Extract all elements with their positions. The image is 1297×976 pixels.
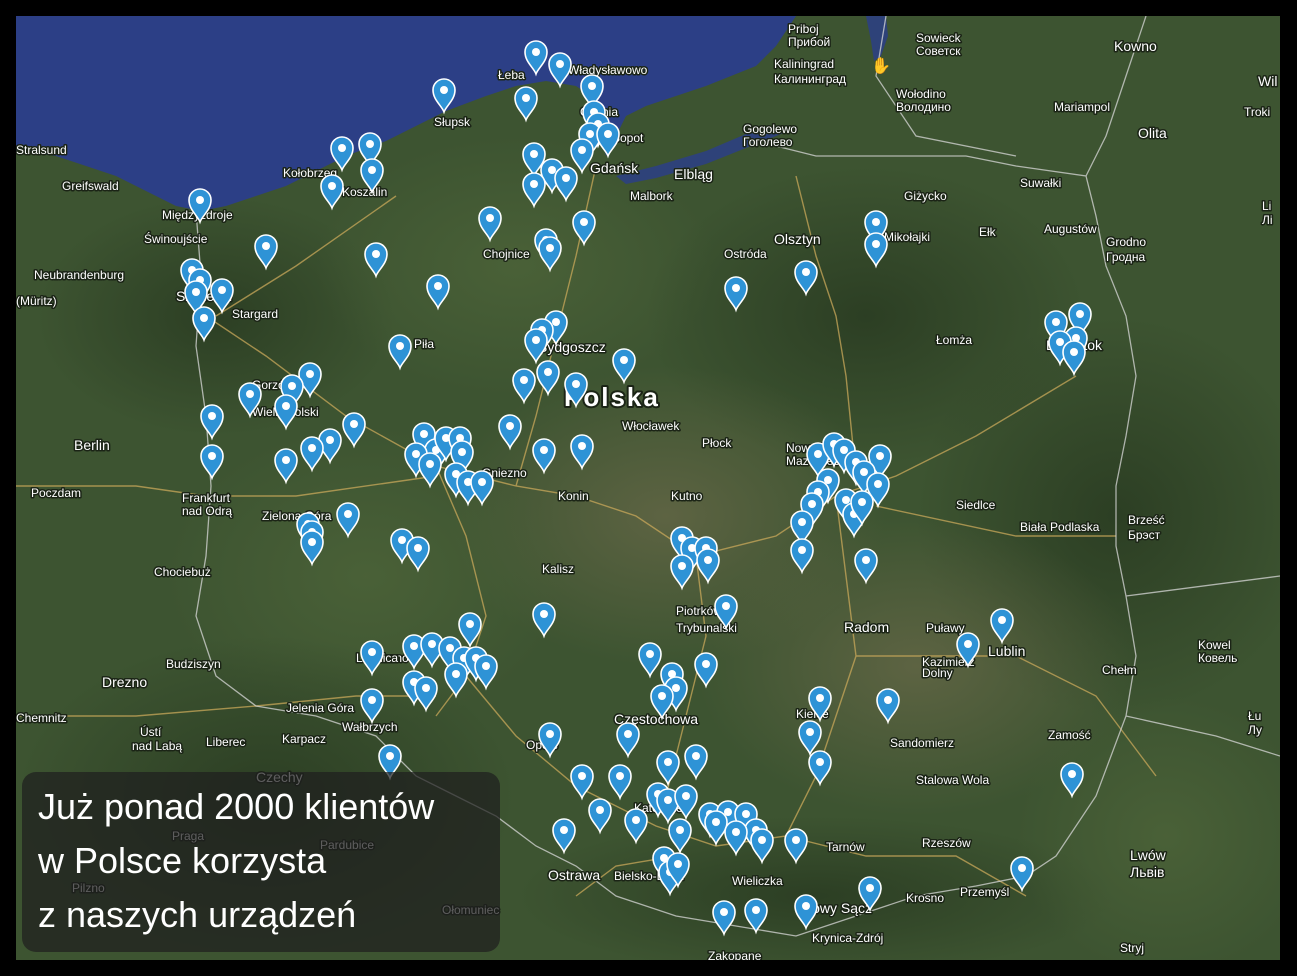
svg-text:Koszalin: Koszalin [342,185,387,199]
svg-text:Kowno: Kowno [1114,38,1157,54]
svg-text:Berlin: Berlin [74,437,110,453]
svg-text:Priboj: Priboj [788,22,819,36]
svg-text:Stargard: Stargard [232,307,278,321]
svg-text:Володино: Володино [896,100,951,114]
svg-text:Wieliczka: Wieliczka [732,874,783,888]
svg-text:Łeba: Łeba [498,68,525,82]
svg-text:Łu: Łu [1248,709,1261,723]
svg-text:Ostróda: Ostróda [724,247,767,261]
svg-text:Olita: Olita [1138,125,1167,141]
svg-text:Chojnice: Chojnice [483,247,530,261]
svg-text:Chociebuż: Chociebuż [154,565,211,579]
svg-text:Stalowa Wola: Stalowa Wola [916,773,989,787]
svg-text:Elbląg: Elbląg [674,166,713,182]
svg-text:Gogolewo: Gogolewo [743,122,797,136]
svg-text:Świnoujście: Świnoujście [144,231,208,246]
svg-text:Przemyśl: Przemyśl [960,885,1009,899]
svg-text:Radom: Radom [844,619,889,635]
svg-text:Poczdam: Poczdam [31,486,81,500]
svg-text:Wałbrzych: Wałbrzych [342,720,398,734]
svg-text:Mariampol: Mariampol [1054,100,1110,114]
svg-text:Augustów: Augustów [1044,222,1097,236]
svg-text:Krosno: Krosno [906,891,944,905]
svg-text:Ковель: Ковель [1198,651,1237,665]
svg-text:Львів: Львів [1130,864,1164,880]
caption-line-2: w Polsce korzysta [38,840,327,881]
svg-text:Brześć: Brześć [1128,513,1165,527]
svg-text:Tarnów: Tarnów [826,840,865,854]
svg-text:Budziszyn: Budziszyn [166,657,221,671]
svg-text:Lublin: Lublin [988,643,1025,659]
svg-text:(Müritz): (Müritz) [16,294,57,308]
svg-text:Калининград: Калининград [774,72,846,86]
svg-text:Włocławek: Włocławek [622,419,680,433]
svg-text:Siedlce: Siedlce [956,498,996,512]
svg-text:Olsztyn: Olsztyn [774,231,821,247]
caption-box: Już ponad 2000 klientów w Polsce korzyst… [22,772,500,952]
svg-text:Gdańsk: Gdańsk [590,160,639,176]
svg-text:Li: Li [1262,199,1271,213]
svg-text:Słupsk: Słupsk [434,115,471,129]
svg-text:Лу: Лу [1248,723,1262,737]
svg-text:Kaliningrad: Kaliningrad [774,57,834,71]
svg-text:Krynica-Zdrój: Krynica-Zdrój [812,931,883,945]
svg-text:Chemnitz: Chemnitz [16,711,67,725]
svg-text:Гродна: Гродна [1106,250,1146,264]
svg-text:Grodno: Grodno [1106,235,1146,249]
svg-text:nad Labą: nad Labą [132,739,182,753]
svg-text:Łomża: Łomża [936,333,972,347]
svg-text:Ostrawa: Ostrawa [548,867,600,883]
svg-text:Ústí: Ústí [140,724,162,739]
svg-text:Płock: Płock [702,436,732,450]
svg-text:Chełm: Chełm [1102,663,1137,677]
svg-text:Giżycko: Giżycko [904,189,947,203]
caption-line-1: Już ponad 2000 klientów [38,786,435,827]
svg-text:Karpacz: Karpacz [282,732,326,746]
svg-text:Брэст: Брэст [1128,528,1161,542]
svg-text:Troki: Troki [1244,105,1270,119]
svg-text:Zamość: Zamość [1048,728,1091,742]
svg-text:Puławy: Puławy [926,621,965,635]
svg-text:Mikołajki: Mikołajki [884,230,930,244]
svg-text:Прибой: Прибой [788,35,830,49]
hand-cursor-icon: ✋ [871,58,891,75]
svg-text:Sowieck: Sowieck [916,31,962,45]
svg-text:Sandomierz: Sandomierz [890,736,954,750]
svg-text:Piła: Piła [414,337,434,351]
svg-text:Гоголево: Гоголево [743,135,793,149]
svg-text:Dolny: Dolny [922,666,953,680]
svg-text:Stryj: Stryj [1120,941,1144,955]
svg-text:Kowel: Kowel [1198,638,1231,652]
svg-text:Лі: Лі [1262,213,1273,227]
svg-text:Greifswald: Greifswald [62,179,119,193]
svg-text:Frankfurt: Frankfurt [182,491,231,505]
svg-text:Rzeszów: Rzeszów [922,836,971,850]
svg-text:Kutno: Kutno [671,489,703,503]
svg-text:Malbork: Malbork [630,189,674,203]
svg-text:Biała Podlaska: Biała Podlaska [1020,520,1100,534]
svg-text:Jelenia Góra: Jelenia Góra [286,701,354,715]
svg-text:Советск: Советск [916,44,961,58]
svg-text:nad Odrą: nad Odrą [182,504,232,518]
svg-text:Zakopane: Zakopane [708,949,762,960]
svg-text:Suwałki: Suwałki [1020,176,1061,190]
svg-text:Lwów: Lwów [1130,847,1167,863]
svg-text:Liberec: Liberec [206,735,245,749]
svg-text:Stralsund: Stralsund [16,143,67,157]
svg-text:Neubrandenburg: Neubrandenburg [34,268,124,282]
svg-text:Konin: Konin [558,489,589,503]
svg-text:Ełk: Ełk [979,225,997,239]
svg-text:Drezno: Drezno [102,674,147,690]
svg-text:Kalisz: Kalisz [542,562,574,576]
caption-line-3: z naszych urządzeń [38,894,357,935]
svg-text:Wołodino: Wołodino [896,87,946,101]
svg-text:Wil: Wil [1258,73,1277,89]
svg-text:Władysławowo: Władysławowo [568,63,648,77]
